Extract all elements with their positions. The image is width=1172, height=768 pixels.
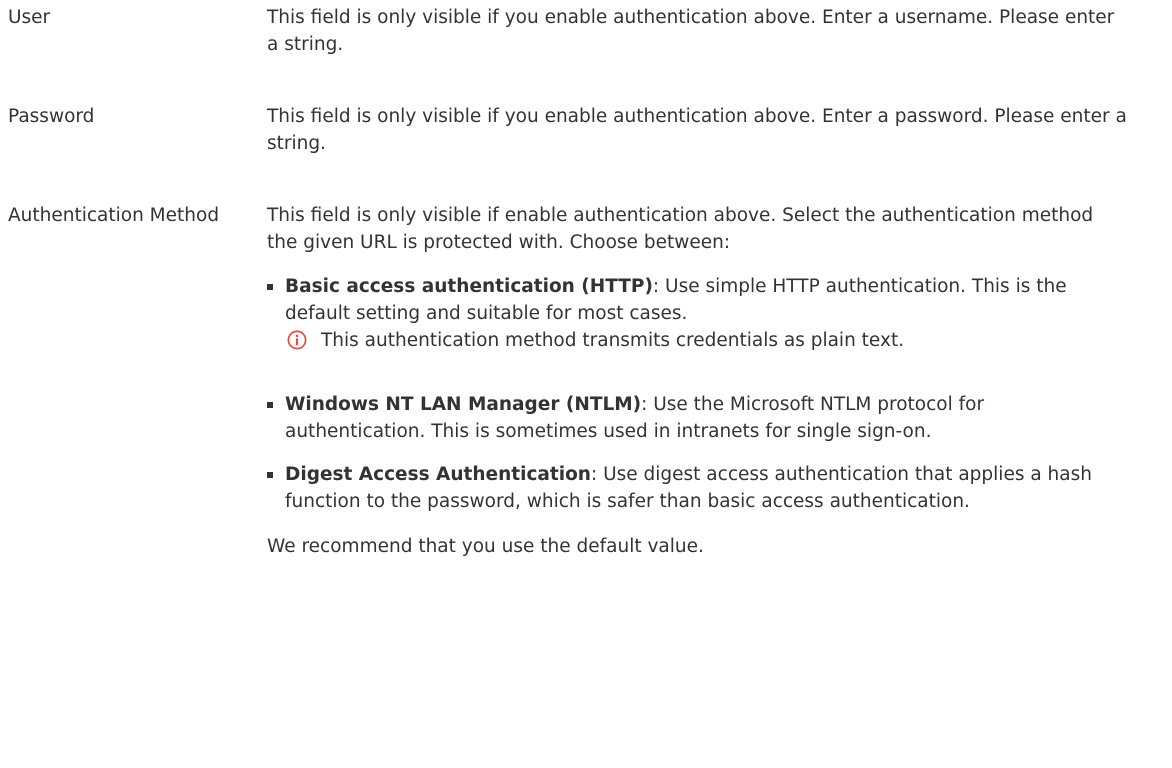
field-label: Password <box>8 106 95 127</box>
field-description: This field is only visible if you enable… <box>267 103 1127 157</box>
option-name: Windows NT LAN Manager (NTLM) <box>285 394 642 415</box>
field-label: User <box>8 7 51 28</box>
field-description: This field is only visible if you enable… <box>267 4 1127 58</box>
field-description-text: This field is only visible if enable aut… <box>267 205 1094 253</box>
option-item: Basic access authentication (HTTP): Use … <box>267 273 1127 354</box>
option-list: Basic access authentication (HTTP): Use … <box>267 273 1127 515</box>
info-note-text: This authentication method transmits cre… <box>321 330 905 351</box>
field-label: Authentication Method <box>8 205 220 226</box>
option-name: Basic access authentication (HTTP) <box>285 276 653 297</box>
info-note: This authentication method transmits cre… <box>285 327 1127 354</box>
recommendation-text: We recommend that you use the default va… <box>267 536 704 557</box>
field-description-text: This field is only visible if you enable… <box>267 7 1115 55</box>
option-name: Digest Access Authentication <box>285 464 591 485</box>
info-icon <box>287 330 307 350</box>
bullet-icon <box>267 402 273 408</box>
option-item: Digest Access Authentication: Use digest… <box>267 461 1127 515</box>
field-description-text: This field is only visible if you enable… <box>267 106 1127 154</box>
field-description: This field is only visible if enable aut… <box>267 202 1127 560</box>
bullet-icon <box>267 472 273 478</box>
bullet-icon <box>267 284 273 290</box>
option-item: Windows NT LAN Manager (NTLM): Use the M… <box>267 391 1127 445</box>
